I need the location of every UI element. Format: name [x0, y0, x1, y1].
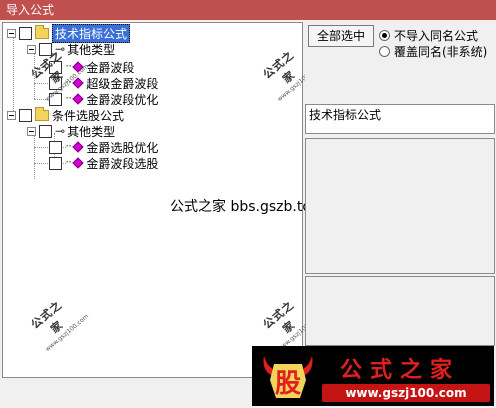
formula-detail-panel: [305, 276, 495, 346]
radio-skip-duplicates[interactable]: 不导入同名公式: [379, 28, 479, 43]
select-all-button[interactable]: 全部选中: [308, 25, 374, 47]
logo-url: www.gszj100.com: [322, 384, 490, 402]
watermark-text: 公式之家 bbs.gszb.top: [170, 199, 320, 215]
tree-node-other-type-1[interactable]: ⊸ 其他类型: [27, 41, 115, 57]
tree-node-tech-formula[interactable]: 技术指标公式: [7, 23, 131, 43]
tree-node-label: 金爵波段优化: [86, 92, 159, 107]
logo-brand-text: 公式之家: [340, 358, 461, 383]
bull-badge-icon: 股: [263, 356, 313, 399]
collapse-icon[interactable]: [7, 28, 16, 38]
dialog-titlebar: 导入公式: [0, 0, 496, 20]
radio-unchecked-icon[interactable]: [379, 45, 390, 57]
key-icon: ⊸: [55, 124, 66, 138]
tree-checkbox[interactable]: [19, 108, 32, 122]
tree-checkbox[interactable]: [19, 26, 32, 40]
folder-icon: [35, 24, 49, 39]
collapse-icon[interactable]: [27, 126, 36, 136]
formula-description-panel: [305, 138, 495, 274]
tree-checkbox[interactable]: [39, 124, 52, 138]
tree-node-label: 超级金爵波段: [86, 76, 159, 91]
tree-checkbox[interactable]: [49, 140, 62, 154]
radio-overwrite-duplicates[interactable]: 覆盖同名(非系统): [379, 44, 488, 59]
folder-icon: [35, 106, 49, 121]
radio-label: 不导入同名公式: [394, 28, 479, 43]
dialog-footer: [0, 380, 252, 408]
import-options-panel: 全部选中 不导入同名公式 覆盖同名(非系统): [305, 22, 495, 102]
tree-node-formula[interactable]: ⠒ 金爵选股优化: [49, 139, 158, 155]
tree-node-stock-formula[interactable]: 条件选股公式: [7, 106, 125, 123]
tree-node-label: 金爵波段: [86, 60, 135, 75]
tree-node-label: 其他类型: [67, 42, 116, 57]
tree-node-label: 条件选股公式: [52, 108, 125, 123]
tree-checkbox[interactable]: [49, 156, 62, 170]
category-label: 技术指标公式: [309, 108, 382, 122]
watermark-stamp: 公式之家 www.gszj100.com: [28, 298, 91, 354]
formula-icon: [72, 157, 84, 169]
tree-node-label: 其他类型: [67, 124, 116, 139]
radio-label: 覆盖同名(非系统): [394, 44, 488, 59]
site-logo: 股 公式之家 www.gszj100.com: [252, 346, 494, 406]
dialog-title: 导入公式: [6, 3, 55, 17]
collapse-icon[interactable]: [27, 44, 36, 54]
tree-node-formula[interactable]: ⠒ 金爵波段选股: [49, 155, 158, 171]
category-display: 技术指标公式: [305, 104, 495, 134]
tree-node-label: 金爵波段选股: [86, 156, 159, 171]
radio-checked-icon[interactable]: [379, 29, 390, 41]
tree-node-other-type-2[interactable]: ⊸ 其他类型: [27, 123, 115, 139]
tree-node-label: 金爵选股优化: [86, 140, 159, 155]
collapse-icon[interactable]: [7, 110, 16, 120]
svg-text:股: 股: [275, 369, 301, 399]
formula-icon: [72, 93, 84, 105]
formula-icon: [72, 141, 84, 153]
